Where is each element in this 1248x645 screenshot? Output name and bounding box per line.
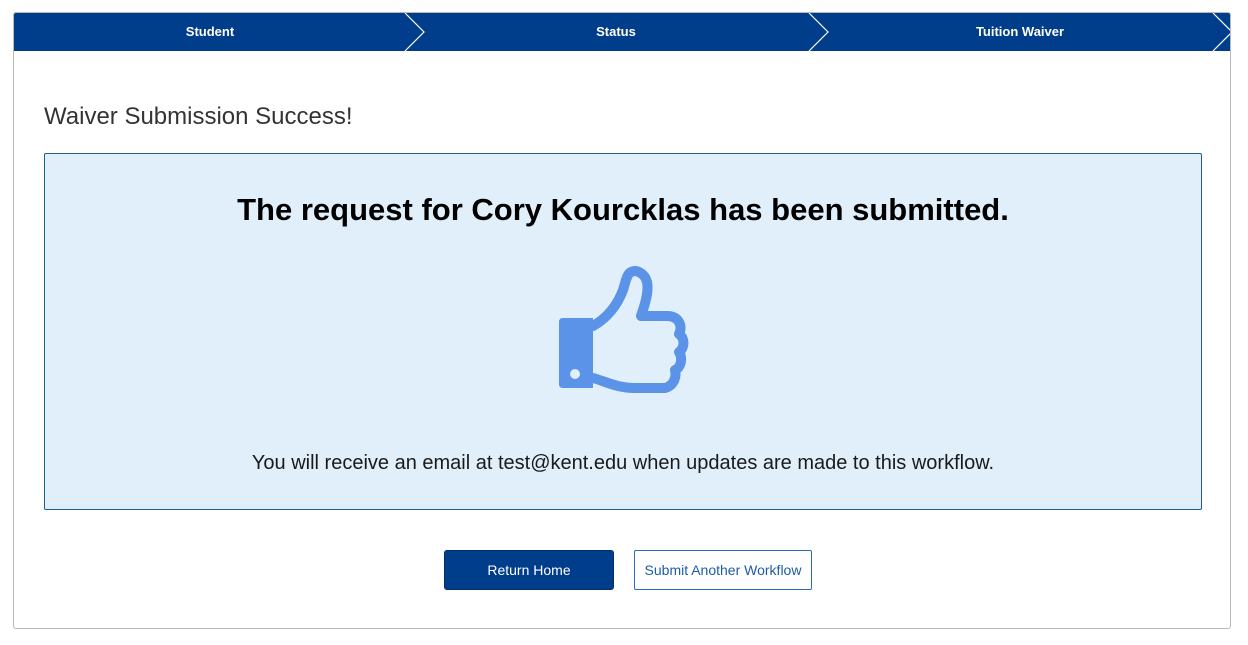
progress-steps: Student Status Tuition Waiver <box>14 13 1230 51</box>
email-notice: You will receive an email at test@kent.e… <box>251 452 995 474</box>
success-headline: The request for Cory Kourcklas has been … <box>237 192 1009 227</box>
step-tuition-waiver[interactable]: Tuition Waiver <box>822 13 1218 51</box>
workflow-card: Student Status Tuition Waiver Waiver Sub… <box>13 12 1231 629</box>
submit-another-workflow-button[interactable]: Submit Another Workflow <box>634 550 812 590</box>
step-student[interactable]: Student <box>14 13 406 51</box>
step-status[interactable]: Status <box>418 13 814 51</box>
page-title: Waiver Submission Success! <box>44 103 353 130</box>
thumbs-up-icon <box>559 266 689 393</box>
return-home-button[interactable]: Return Home <box>444 550 614 590</box>
success-panel: The request for Cory Kourcklas has been … <box>44 153 1202 510</box>
